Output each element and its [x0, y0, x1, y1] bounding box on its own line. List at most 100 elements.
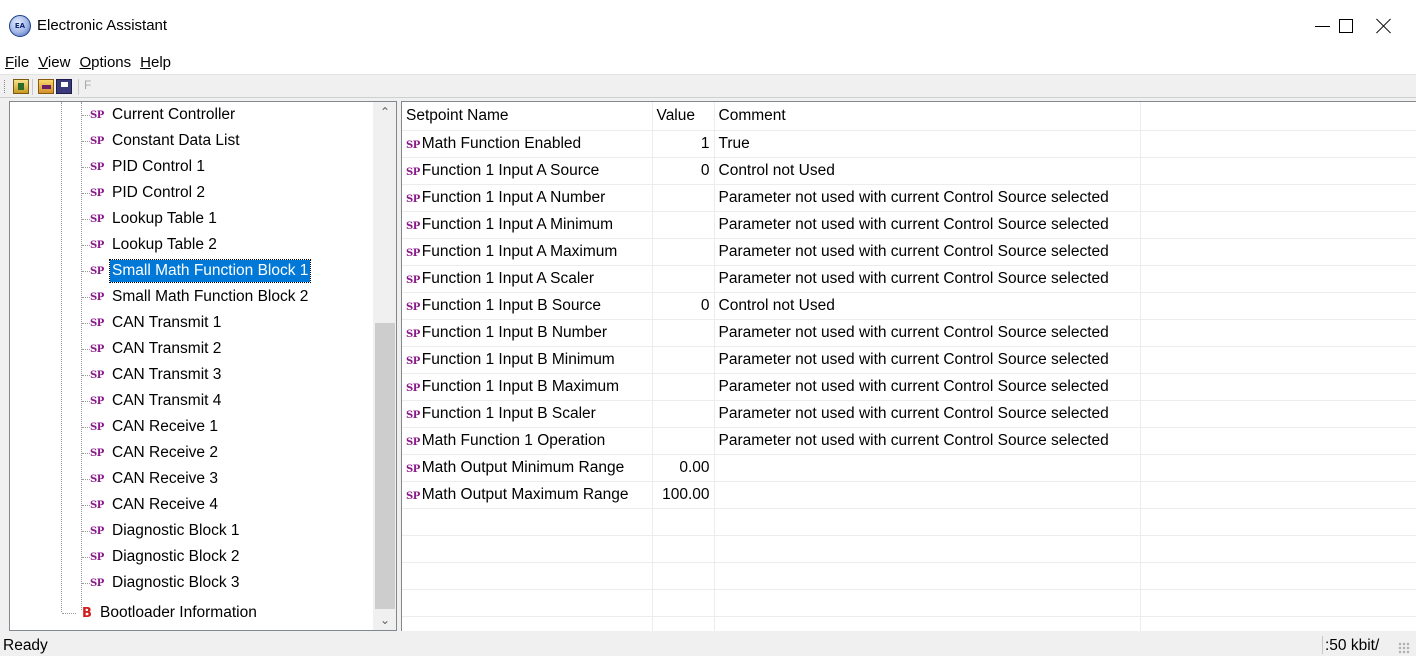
tree-item[interactable]: SP CAN Receive 4	[82, 492, 220, 518]
tree-item[interactable]: SP Lookup Table 1	[82, 206, 219, 232]
menu-file-hotkey: F	[5, 54, 15, 71]
setpoint-row[interactable]: SP Function 1 Input B Scaler Parameter not…	[402, 400, 1416, 428]
setpoint-row[interactable]: SP Function 1 Input B Maximum Parameter no…	[402, 373, 1416, 401]
setpoint-row[interactable]: SP Function 1 Input B Minimum Parameter no…	[402, 346, 1416, 374]
setpoint-name-cell[interactable]: SP Function 1 Input A Number	[402, 184, 653, 212]
tree-item[interactable]: SP PID Control 2	[82, 180, 207, 206]
setpoint-name-cell[interactable]: SP Function 1 Input A Maximum	[402, 238, 653, 266]
flash-button[interactable]: F	[84, 78, 91, 92]
setpoint-name-cell[interactable]: SP Math Output Maximum Range	[402, 481, 653, 509]
toolbar-grip[interactable]	[4, 80, 7, 93]
tree-item[interactable]: SP CAN Transmit 2	[82, 336, 223, 362]
tree-item[interactable]: SP Lookup Table 2	[82, 232, 219, 258]
setpoint-row[interactable]: SP Math Output Maximum Range 100.00	[402, 481, 1416, 509]
setpoint-row[interactable]: SP Function 1 Input B Source 0 Control not …	[402, 292, 1416, 320]
setpoint-name-cell[interactable]: SP Function 1 Input B Minimum	[402, 346, 653, 374]
setpoint-row[interactable]: SP Function 1 Input A Maximum Parameter no…	[402, 238, 1416, 266]
setpoint-value[interactable]	[652, 319, 715, 347]
menu-view[interactable]: View	[33, 52, 74, 74]
setpoint-name-cell[interactable]: SP Function 1 Input B Maximum	[402, 373, 653, 401]
tree-item[interactable]: SP Diagnostic Block 3	[82, 570, 242, 596]
setpoint-value[interactable]	[652, 400, 715, 428]
tree-vertical-scrollbar[interactable]: ⌃ ⌄	[373, 102, 396, 630]
connect-icon[interactable]	[13, 79, 29, 94]
baud-rate-status: :50 kbit/	[1325, 637, 1380, 654]
setpoint-grid[interactable]: Setpoint Name Value Comment SP Math Funct…	[401, 101, 1416, 631]
setpoint-row[interactable]: SP Function 1 Input A Source 0 Control not …	[402, 157, 1416, 185]
empty-cell	[1140, 454, 1416, 482]
setpoint-name-cell[interactable]: SP Math Function 1 Operation	[402, 427, 653, 455]
setpoint-value[interactable]	[652, 265, 715, 293]
setpoint-name-cell[interactable]: SP Function 1 Input B Source	[402, 292, 653, 320]
tree-item-label: PID Control 1	[112, 158, 206, 175]
tree-item[interactable]: SP PID Control 1	[82, 154, 207, 180]
resize-grip-icon[interactable]	[1398, 642, 1410, 654]
setpoint-name-cell[interactable]: SP Function 1 Input B Scaler	[402, 400, 653, 428]
setpoint-name-cell[interactable]: SP Math Function Enabled	[402, 130, 653, 158]
setpoint-row[interactable]: SP Function 1 Input A Minimum Parameter no…	[402, 211, 1416, 239]
setpoint-icon: SP	[90, 213, 104, 225]
empty-cell	[1140, 508, 1416, 536]
setpoint-icon: SP	[406, 463, 420, 475]
setpoint-row[interactable]: SP Math Function Enabled 1 True	[402, 130, 1416, 158]
setpoint-name: Math Function 1 Operation	[421, 431, 606, 449]
header-empty	[1140, 102, 1416, 131]
function-block-tree[interactable]: SP Current Controller SP Constant Data List…	[9, 101, 397, 631]
title-bar: EA Electronic Assistant	[0, 0, 1416, 52]
setpoint-name-cell[interactable]: SP Function 1 Input A Source	[402, 157, 653, 185]
setpoint-name-cell[interactable]: SP Function 1 Input B Number	[402, 319, 653, 347]
setpoint-value[interactable]	[652, 346, 715, 374]
setpoint-value[interactable]: 100.00	[652, 481, 715, 509]
tree-item[interactable]: SP CAN Receive 2	[82, 440, 220, 466]
app-logo-icon[interactable]: EA	[9, 15, 31, 37]
setpoint-value[interactable]	[652, 211, 715, 239]
setpoint-row[interactable]: SP Math Output Minimum Range 0.00	[402, 454, 1416, 482]
open-file-icon[interactable]	[38, 79, 54, 94]
header-setpoint-name[interactable]: Setpoint Name	[402, 102, 653, 131]
tree-item[interactable]: SP Diagnostic Block 2	[82, 544, 242, 570]
empty-cell	[1140, 535, 1416, 563]
setpoint-row[interactable]: SP Function 1 Input A Number Parameter not…	[402, 184, 1416, 212]
tree-item[interactable]: SP CAN Transmit 4	[82, 388, 223, 414]
menu-help[interactable]: Help	[135, 52, 175, 74]
menu-view-hotkey: V	[38, 54, 48, 71]
setpoint-row[interactable]: SP Function 1 Input A Scaler Parameter not…	[402, 265, 1416, 293]
setpoint-name: Function 1 Input A Number	[421, 188, 606, 206]
setpoint-value[interactable]: 1	[652, 130, 715, 158]
tree-connector	[82, 322, 90, 324]
setpoint-value[interactable]: 0.00	[652, 454, 715, 482]
tree-item[interactable]: SP Small Math Function Block 1	[82, 258, 312, 284]
save-icon[interactable]	[56, 79, 72, 94]
tree-item[interactable]: SP Small Math Function Block 2	[82, 284, 310, 310]
setpoint-row[interactable]: SP Math Function 1 Operation Parameter not…	[402, 427, 1416, 455]
tree-item-label: Diagnostic Block 1	[112, 522, 240, 539]
empty-cell	[402, 535, 653, 563]
setpoint-name-cell[interactable]: SP Function 1 Input A Scaler	[402, 265, 653, 293]
header-comment[interactable]: Comment	[714, 102, 1141, 131]
menu-file[interactable]: File	[0, 52, 33, 74]
tree-item[interactable]: SP CAN Transmit 1	[82, 310, 223, 336]
scrollbar-thumb[interactable]	[375, 323, 395, 609]
window-title: Electronic Assistant	[37, 17, 168, 34]
menu-options[interactable]: Options	[74, 52, 135, 74]
setpoint-row[interactable]: SP Function 1 Input B Number Parameter not…	[402, 319, 1416, 347]
setpoint-value[interactable]: 0	[652, 157, 715, 185]
tree-item[interactable]: SP Diagnostic Block 1	[82, 518, 242, 544]
scroll-up-icon[interactable]: ⌃	[373, 102, 396, 122]
tree-item[interactable]: SP Current Controller	[82, 102, 237, 128]
setpoint-value[interactable]	[652, 238, 715, 266]
close-button[interactable]	[1354, 0, 1414, 52]
tree-item[interactable]: SP CAN Receive 1	[82, 414, 220, 440]
header-value[interactable]: Value	[652, 102, 715, 131]
setpoint-value[interactable]	[652, 427, 715, 455]
setpoint-value[interactable]: 0	[652, 292, 715, 320]
setpoint-value[interactable]	[652, 373, 715, 401]
tree-item[interactable]: SP Constant Data List	[82, 128, 242, 154]
tree-item-bootloader[interactable]: B Bootloader Information	[62, 600, 259, 626]
scroll-down-icon[interactable]: ⌄	[373, 610, 396, 630]
tree-item[interactable]: SP CAN Transmit 3	[82, 362, 223, 388]
setpoint-name-cell[interactable]: SP Function 1 Input A Minimum	[402, 211, 653, 239]
setpoint-name-cell[interactable]: SP Math Output Minimum Range	[402, 454, 653, 482]
tree-item[interactable]: SP CAN Receive 3	[82, 466, 220, 492]
setpoint-value[interactable]	[652, 184, 715, 212]
